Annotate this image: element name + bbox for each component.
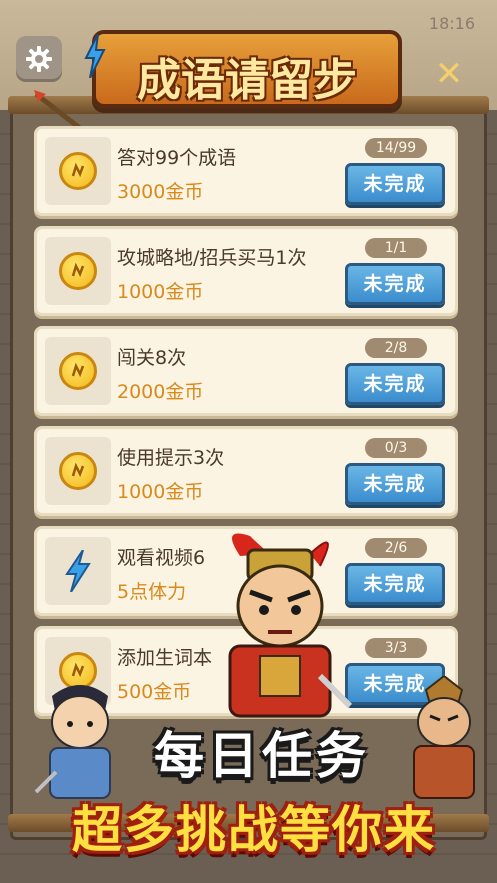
task-card: 答对99个成语 3000金币 14/99 未完成: [34, 126, 458, 216]
coin-icon: [59, 352, 97, 390]
settings-button[interactable]: [16, 36, 62, 82]
task-reward: 5点体力: [117, 581, 187, 603]
status-time: 18:16: [428, 14, 475, 33]
task-label: 攻城略地/招兵买马1次: [117, 247, 307, 269]
task-status-button[interactable]: 未完成: [345, 563, 445, 605]
promo-subheadline: 超多挑战等你来: [72, 801, 436, 859]
gear-icon: [26, 46, 52, 72]
task-icon-box: [45, 337, 111, 405]
general-character-illustration: [228, 533, 353, 718]
task-status-button[interactable]: 未完成: [345, 463, 445, 505]
task-label: 闯关8次: [117, 347, 187, 369]
coin-icon: [59, 252, 97, 290]
coin-icon: [59, 152, 97, 190]
task-card: 使用提示3次 1000金币 0/3 未完成: [34, 426, 458, 516]
task-progress: 2/6: [365, 538, 427, 558]
task-icon-box: [45, 537, 111, 605]
task-progress: 0/3: [365, 438, 427, 458]
task-icon-box: [45, 137, 111, 205]
task-progress: 2/8: [365, 338, 427, 358]
task-label: 添加生词本: [117, 647, 213, 669]
task-label: 观看视频6: [117, 547, 206, 569]
page-title: 成语请留步: [137, 55, 357, 106]
task-label: 答对99个成语: [117, 147, 237, 169]
task-progress: 14/99: [365, 138, 427, 158]
task-icon-box: [45, 437, 111, 505]
task-status-button[interactable]: 未完成: [345, 263, 445, 305]
task-card: 攻城略地/招兵买马1次 1000金币 1/1 未完成: [34, 226, 458, 316]
task-card: 闯关8次 2000金币 2/8 未完成: [34, 326, 458, 416]
task-status-button[interactable]: 未完成: [345, 163, 445, 205]
lightning-icon: [65, 550, 91, 592]
task-reward: 1000金币: [117, 281, 204, 303]
lightning-badge-icon: [84, 34, 106, 78]
promo-headline: 每日任务: [154, 727, 370, 785]
task-label: 使用提示3次: [117, 447, 225, 469]
coin-icon: [59, 452, 97, 490]
close-button[interactable]: ✕: [429, 54, 469, 94]
task-icon-box: [45, 237, 111, 305]
task-reward: 1000金币: [117, 481, 204, 503]
task-status-button[interactable]: 未完成: [345, 363, 445, 405]
task-progress: 1/1: [365, 238, 427, 258]
task-progress: 3/3: [365, 638, 427, 658]
task-reward: 3000金币: [117, 181, 204, 203]
task-reward: 2000金币: [117, 381, 204, 403]
title-banner: 成语请留步: [92, 30, 402, 108]
